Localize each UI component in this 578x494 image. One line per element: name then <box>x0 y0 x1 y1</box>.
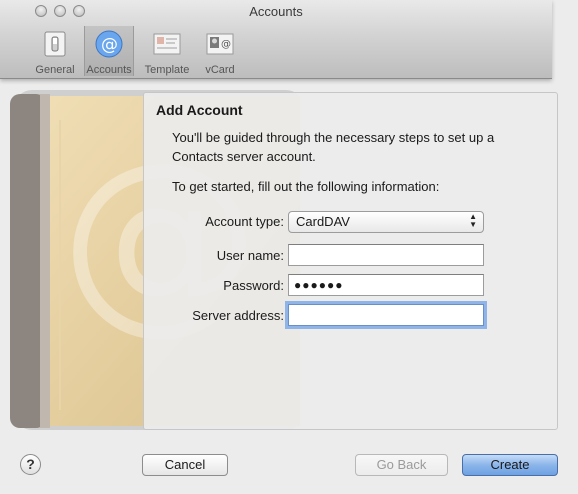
toolbar-accounts-label: Accounts <box>86 64 132 76</box>
password-label: Password: <box>223 278 284 293</box>
updown-arrows-icon: ▲ ▼ <box>469 212 477 229</box>
cancel-button[interactable]: Cancel <box>142 454 228 476</box>
panel-title: Add Account <box>156 102 243 118</box>
create-button[interactable]: Create <box>462 454 558 476</box>
add-account-panel: Add Account You'll be guided through the… <box>143 92 558 430</box>
at-sign-icon: @ <box>95 30 123 58</box>
toolbar-template[interactable]: Template <box>143 26 191 76</box>
toolbar-vcard-label: vCard <box>205 64 235 76</box>
server-address-field[interactable] <box>288 304 484 326</box>
account-type-select[interactable]: CardDAV ▲ ▼ <box>288 211 484 233</box>
user-name-field[interactable] <box>288 244 484 266</box>
go-back-button[interactable]: Go Back <box>355 454 448 476</box>
user-name-label: User name: <box>216 248 284 263</box>
toolbar-general-label: General <box>35 64 75 76</box>
window-title: Accounts <box>249 4 303 19</box>
toolbar-template-label: Template <box>144 64 190 76</box>
svg-text:@: @ <box>221 39 231 50</box>
account-type-label: Account type: <box>205 214 284 229</box>
vcard-icon: @ <box>206 33 234 55</box>
password-field[interactable]: ●●●●●● <box>288 274 484 296</box>
toolbar-vcard[interactable]: @ vCard <box>196 26 244 76</box>
toolbar-accounts[interactable]: @ Accounts <box>84 26 134 76</box>
general-switch-icon <box>44 31 66 57</box>
toolbar-general[interactable]: General <box>31 26 79 76</box>
intro-text: You'll be guided through the necessary s… <box>172 130 495 164</box>
server-address-label: Server address: <box>192 308 284 323</box>
svg-text:@: @ <box>101 35 118 55</box>
account-type-value: CardDAV <box>296 214 350 229</box>
template-card-icon <box>153 33 181 55</box>
help-button[interactable]: ? <box>20 454 41 475</box>
instruction-text: To get started, fill out the following i… <box>172 179 440 194</box>
window-titlebar: Accounts General @ Accounts Template @ v… <box>0 0 552 79</box>
